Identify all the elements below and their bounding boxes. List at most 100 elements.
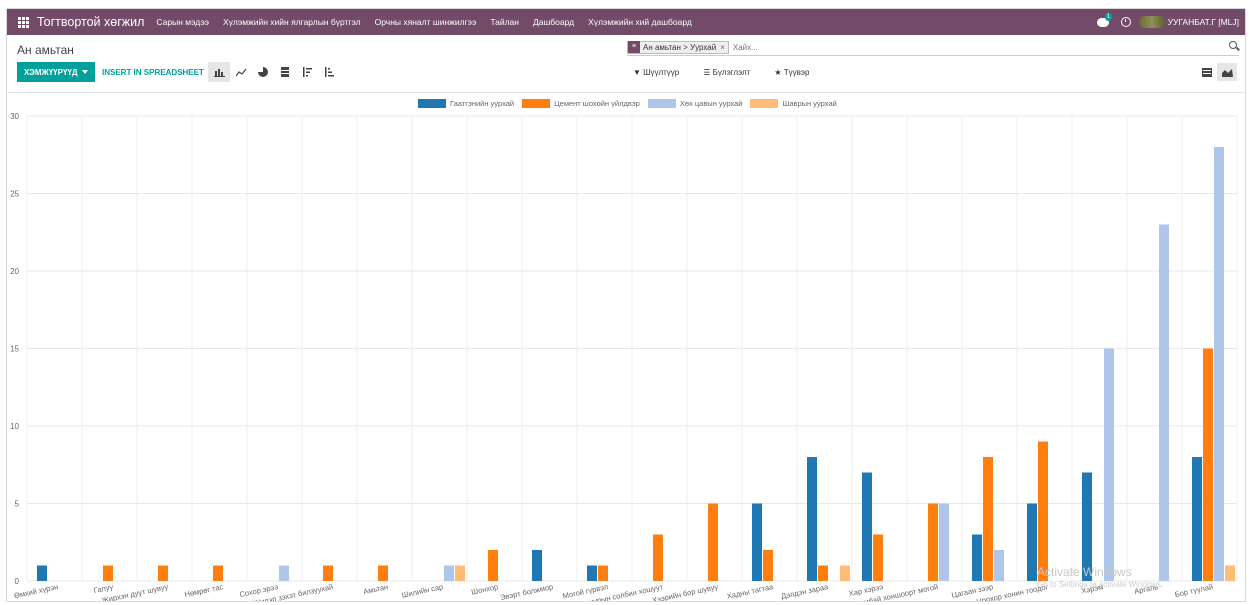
chart-bar [587, 565, 597, 581]
chart-bar [279, 565, 289, 581]
chart-legend: Гаатгэнийн уурхай Цемент шохойн үйлдвэр … [418, 99, 845, 108]
chart-bar [444, 565, 454, 581]
pivot-view-icon[interactable] [1197, 63, 1217, 81]
legend-swatch [647, 99, 676, 108]
x-tick-label: Амьтан [362, 582, 388, 596]
chart-type-toolbar [208, 62, 340, 82]
user-avatar[interactable] [1138, 16, 1165, 28]
chart-bar [1038, 441, 1048, 581]
y-tick-label: 25 [10, 190, 19, 199]
chart-bar [653, 534, 663, 581]
chart-bar [1104, 348, 1114, 581]
search-icon[interactable] [1229, 41, 1237, 49]
chart-bar [37, 565, 47, 581]
chart-bar [532, 550, 542, 581]
pie-chart-icon[interactable] [252, 62, 274, 82]
chart-bar [103, 565, 113, 581]
chart-bar [763, 550, 773, 581]
chart-bar [1192, 457, 1202, 581]
chart-bar [378, 565, 388, 581]
search-options: ▼ Шүүлтүүр ☰ Бүлэглэлт ★ Түүвэр [633, 68, 833, 77]
search-bar: ≡ Ан амьтан > Уурхай × [627, 39, 1239, 56]
chart-bar [840, 565, 850, 581]
chart-bar [939, 503, 949, 581]
control-panel: Ан амьтан ≡ Ан амьтан > Уурхай × ХЭМЖҮҮР… [7, 35, 1245, 93]
legend-item[interactable]: Шаврын уурхай [750, 99, 837, 108]
chart-bar [1203, 348, 1213, 581]
menu-item-env-monitoring[interactable]: Орчны хяналт шинжилгээ [375, 17, 477, 27]
y-tick-label: 0 [15, 577, 20, 586]
insert-spreadsheet-button[interactable]: INSERT IN SPREADSHEET [102, 68, 204, 77]
x-tick-label: Шонхор [470, 582, 498, 596]
top-navbar: Тогтвортой хөгжил Сарын мэдээ Хүлэмжийн … [7, 9, 1245, 35]
legend-swatch [418, 99, 446, 108]
chart-bar [455, 565, 465, 581]
apps-menu-icon[interactable] [11, 16, 35, 28]
chart-bar [1159, 224, 1169, 581]
chart-bar [807, 457, 817, 581]
groupby-facet-icon: ≡ [628, 41, 640, 53]
navbar-right: 1 УУГАНБАТ.Г [MLJ] [1096, 9, 1239, 35]
measures-label: ХЭМЖҮҮРҮҮД [24, 67, 78, 77]
measures-button[interactable]: ХЭМЖҮҮРҮҮД [17, 62, 95, 82]
legend-swatch [750, 99, 779, 108]
y-tick-label: 30 [10, 112, 19, 121]
breadcrumb: Ан амьтан [17, 43, 74, 57]
y-tick-label: 5 [15, 500, 20, 509]
groupby-menu[interactable]: ☰ Бүлэглэлт [703, 68, 762, 77]
chart-bar [158, 565, 168, 581]
chart-bar [1225, 565, 1235, 581]
x-tick-label: Өмхий хүрэн [13, 582, 59, 600]
chart-bar [1214, 147, 1224, 581]
menu-item-report[interactable]: Тайлан [490, 17, 519, 27]
menu-item-monthly-report[interactable]: Сарын мэдээ [156, 17, 209, 27]
favorites-menu[interactable]: ★ Түүвэр [774, 68, 821, 77]
activity-clock-icon[interactable] [1120, 17, 1131, 27]
app-window: Тогтвортой хөгжил Сарын мэдээ Хүлэмжийн … [6, 8, 1246, 602]
x-tick-label: Бор туулай [1174, 582, 1214, 599]
filter-menu[interactable]: ▼ Шүүлтүүр [633, 68, 691, 77]
chart-bar [488, 550, 498, 581]
legend-label: Цемент шохойн үйлдвэр [554, 99, 640, 108]
chart-bar [972, 534, 982, 581]
main-menu: Сарын мэдээ Хүлэмжийн хийн ялгарлын бүрт… [156, 17, 705, 27]
x-tick-label: Эвэрт болжмор [499, 582, 554, 602]
search-facet[interactable]: ≡ Ан амьтан > Уурхай × [627, 40, 729, 54]
chart-bar [994, 550, 1004, 581]
graph-view-icon[interactable] [1217, 63, 1237, 81]
chart-bar [928, 503, 938, 581]
graph-view: Гаатгэнийн уурхай Цемент шохойн үйлдвэр … [7, 94, 1245, 602]
bar-chart-icon[interactable] [208, 62, 230, 82]
y-tick-label: 20 [10, 267, 19, 276]
legend-label: Шаврын уурхай [782, 99, 837, 108]
groupby-label: Бүлэглэлт [712, 68, 751, 77]
app-brand[interactable]: Тогтвортой хөгжил [37, 15, 144, 29]
legend-item[interactable]: Гаатгэнийн уурхай [418, 99, 514, 108]
x-tick-label: Шилийн сар [401, 582, 444, 600]
sort-ascending-icon[interactable] [318, 62, 340, 82]
legend-item[interactable]: Хөх цавын уурхай [647, 99, 743, 108]
line-chart-icon[interactable] [230, 62, 252, 82]
chart-bar [983, 457, 993, 581]
legend-item[interactable]: Цемент шохойн үйлдвэр [522, 99, 640, 108]
bar-chart: 051015202530Өмхий хүрэн ГалууЖирхэн дуут … [10, 112, 1238, 602]
view-switcher [1197, 63, 1237, 81]
watermark-subtitle: Go to Settings to activate Windows. [1037, 580, 1164, 589]
user-name[interactable]: УУГАНБАТ.Г [MLJ] [1168, 17, 1239, 27]
favorites-label: Түүвэр [783, 68, 810, 77]
legend-label: Хөх цавын уурхай [679, 99, 743, 108]
chart-bar [862, 472, 872, 581]
caret-down-icon [81, 70, 88, 74]
facet-remove-icon[interactable]: × [720, 43, 725, 52]
filter-label: Шүүлтүүр [643, 68, 680, 77]
menu-item-ghg-dashboard[interactable]: Хүлэмжийн хий дашбоард [588, 17, 692, 27]
menu-item-ghg-registry[interactable]: Хүлэмжийн хийн ялгарлын бүртгэл [223, 17, 361, 27]
y-tick-label: 15 [10, 345, 19, 354]
sort-descending-icon[interactable] [296, 62, 318, 82]
menu-item-dashboard[interactable]: Дашбоард [533, 17, 574, 27]
chart-bar [1027, 503, 1037, 581]
chat-icon[interactable]: 1 [1096, 12, 1113, 27]
search-input[interactable] [732, 42, 1193, 52]
stacked-icon[interactable] [274, 62, 296, 82]
x-tick-label: Нөмрөг тас [184, 582, 224, 599]
